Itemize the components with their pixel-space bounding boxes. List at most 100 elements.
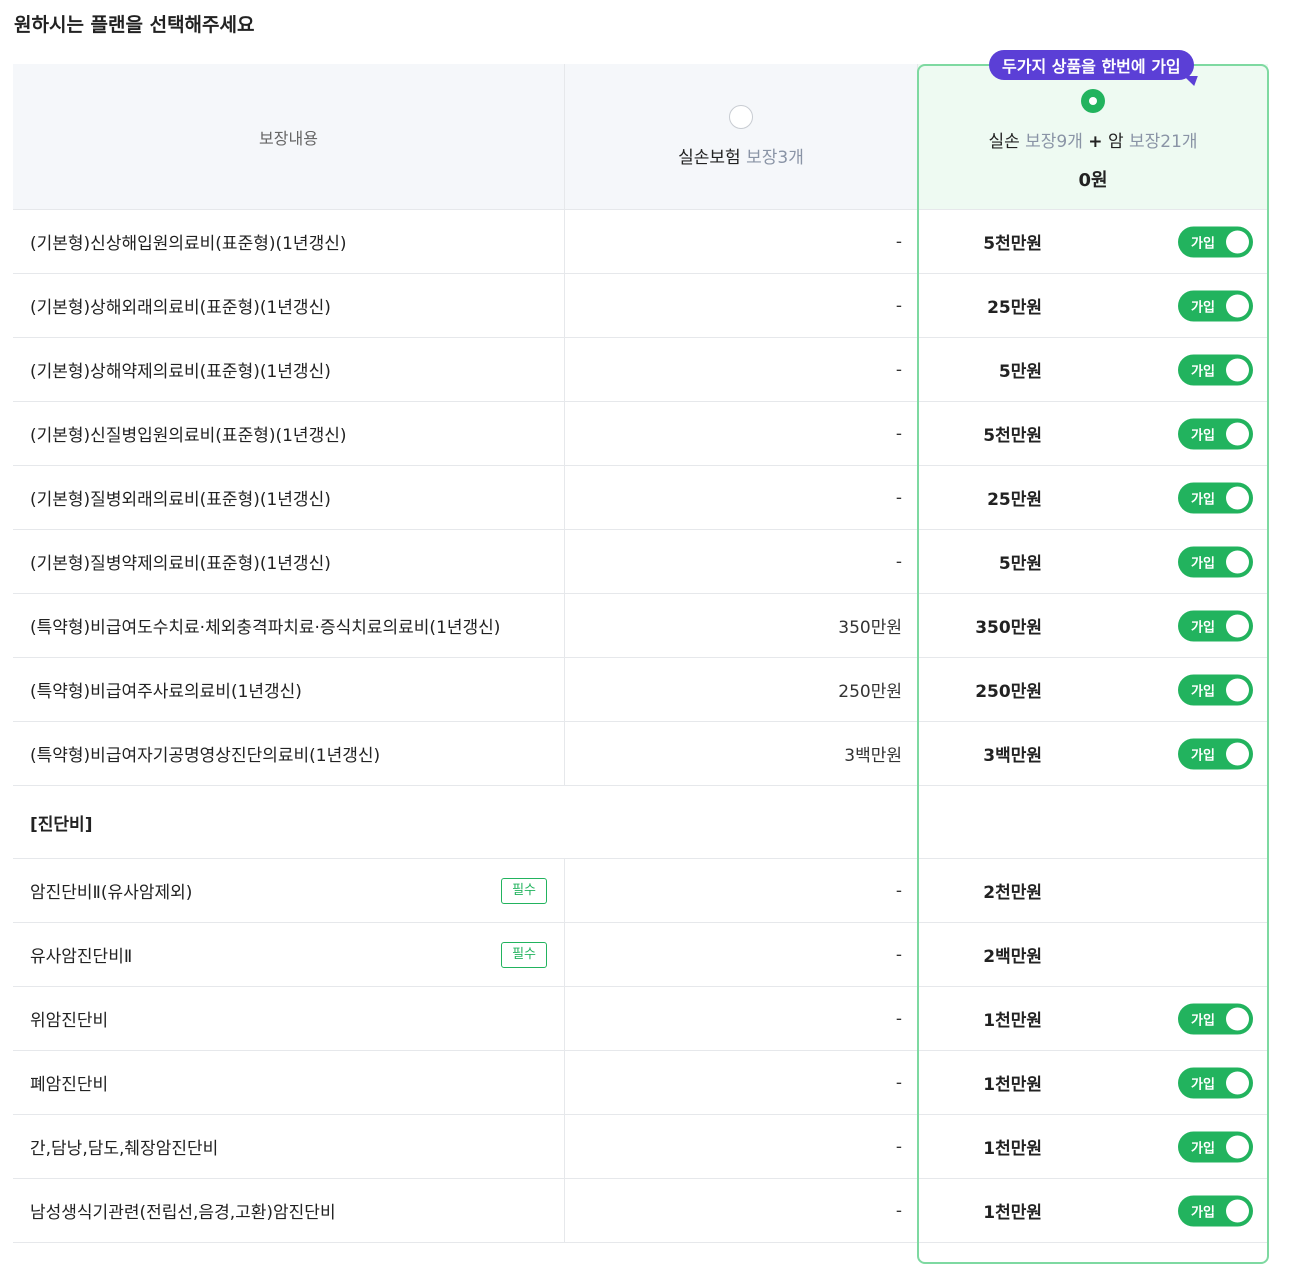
- plan-b-sub2: 보장21개: [1128, 132, 1198, 152]
- toggle-knob: [1226, 1135, 1249, 1158]
- table-row: (특약형)비급여자기공명영상진단의료비(1년갱신) 3백만원 3백만원 가입: [13, 722, 1268, 786]
- table-header: 보장내용 실손보험 보장3개 실손 보장9개 + 암 보장21개 0원: [13, 64, 1268, 210]
- section-header-row: [진단비]: [13, 786, 1268, 859]
- plan-a-value: -: [895, 487, 902, 508]
- plan-b-price: 0원: [1078, 170, 1108, 191]
- coverage-name: 위암진단비: [30, 1011, 109, 1031]
- plan-a-value-cell: -: [565, 210, 918, 273]
- required-badge: 필수: [501, 941, 547, 968]
- plan-b-option[interactable]: 실손 보장9개 + 암 보장21개 0원: [918, 64, 1268, 209]
- plan-a-value: -: [895, 1200, 902, 1221]
- coverage-name-cell: (기본형)질병약제의료비(표준형)(1년갱신): [13, 530, 565, 593]
- plan-b-value: 250만원: [975, 682, 1042, 702]
- plan-b-value-cell: 350만원 가입: [918, 594, 1268, 657]
- plan-a-value-cell: -: [565, 987, 918, 1050]
- plan-a-value: 3백만원: [844, 746, 902, 766]
- plan-a-name: 실손보험: [678, 148, 741, 168]
- coverage-name: 유사암진단비Ⅱ: [30, 947, 133, 967]
- coverage-name: (기본형)상해약제의료비(표준형)(1년갱신): [30, 362, 331, 382]
- join-toggle[interactable]: 가입: [1178, 738, 1253, 769]
- join-toggle-label: 가입: [1191, 236, 1215, 251]
- join-toggle[interactable]: 가입: [1178, 610, 1253, 641]
- join-toggle[interactable]: 가입: [1178, 226, 1253, 257]
- section-title-text: [진단비]: [30, 814, 93, 835]
- coverage-name-cell: 남성생식기관련(전립선,음경,고환)암진단비: [13, 1179, 565, 1242]
- plan-b-value-cell: 1천만원 가입: [918, 1179, 1268, 1242]
- plan-a-value: -: [895, 551, 902, 572]
- plan-b-value: 25만원: [987, 490, 1042, 510]
- join-toggle[interactable]: 가입: [1178, 1195, 1253, 1226]
- coverage-name: (기본형)상해외래의료비(표준형)(1년갱신): [30, 298, 331, 318]
- coverage-name-cell: 간,담낭,담도,췌장암진단비: [13, 1115, 565, 1178]
- coverage-name-cell: (특약형)비급여도수치료·체외충격파치료·증식치료의료비(1년갱신): [13, 594, 565, 657]
- join-toggle[interactable]: 가입: [1178, 1067, 1253, 1098]
- plan-b-value: 5천만원: [983, 234, 1042, 254]
- table-row: (기본형)질병외래의료비(표준형)(1년갱신) - 25만원 가입: [13, 466, 1268, 530]
- plan-b-value-cell: 3백만원 가입: [918, 722, 1268, 785]
- plan-a-value: -: [895, 1136, 902, 1157]
- plan-b-value-cell: 1천만원 가입: [918, 1115, 1268, 1178]
- plan-b-value-cell: 25만원 가입: [918, 274, 1268, 337]
- plan-b-value: 1천만원: [983, 1139, 1042, 1159]
- plan-a-value-cell: 3백만원: [565, 722, 918, 785]
- plan-b-value-cell: 2천만원: [918, 859, 1268, 922]
- plan-a-value-cell: -: [565, 1115, 918, 1178]
- join-toggle[interactable]: 가입: [1178, 674, 1253, 705]
- table-row: (기본형)신상해입원의료비(표준형)(1년갱신) - 5천만원 가입: [13, 210, 1268, 274]
- plan-a-value-cell: -: [565, 274, 918, 337]
- coverage-name-cell: 암진단비Ⅱ(유사암제외) 필수: [13, 859, 565, 922]
- join-toggle[interactable]: 가입: [1178, 1003, 1253, 1034]
- join-toggle-label: 가입: [1191, 300, 1215, 315]
- table-row: 암진단비Ⅱ(유사암제외) 필수 - 2천만원: [13, 859, 1268, 923]
- plan-a-value: -: [895, 231, 902, 252]
- coverage-header: 보장내용: [13, 64, 565, 209]
- join-toggle-label: 가입: [1191, 364, 1215, 379]
- coverage-name-cell: (기본형)질병외래의료비(표준형)(1년갱신): [13, 466, 565, 529]
- plan-b-value-cell: 5천만원 가입: [918, 402, 1268, 465]
- coverage-name-cell: 위암진단비: [13, 987, 565, 1050]
- join-toggle[interactable]: 가입: [1178, 418, 1253, 449]
- required-badge: 필수: [501, 877, 547, 904]
- coverage-header-label: 보장내용: [259, 128, 318, 148]
- plan-a-value-cell: -: [565, 859, 918, 922]
- plan-b-value: 2백만원: [983, 947, 1042, 967]
- diagnosis-rows: 암진단비Ⅱ(유사암제외) 필수 -2천만원 유사암진단비Ⅱ 필수 -2백만원 위암진단비 -1…: [13, 859, 1268, 1243]
- join-toggle-label: 가입: [1191, 684, 1215, 699]
- join-toggle[interactable]: 가입: [1178, 290, 1253, 321]
- toggle-knob: [1226, 742, 1249, 765]
- plan-a-value: 350만원: [838, 618, 902, 638]
- toggle-knob: [1226, 1007, 1249, 1030]
- plan-b-value: 2천만원: [983, 883, 1042, 903]
- plan-b-name2: 암: [1107, 132, 1124, 152]
- plan-a-option[interactable]: 실손보험 보장3개: [565, 64, 918, 209]
- join-toggle[interactable]: 가입: [1178, 546, 1253, 577]
- plan-a-value-cell: -: [565, 402, 918, 465]
- plan-a-value: -: [895, 1008, 902, 1029]
- plan-b-value: 1천만원: [983, 1203, 1042, 1223]
- coverage-name-cell: 유사암진단비Ⅱ 필수: [13, 923, 565, 986]
- plan-a-value-cell: -: [565, 923, 918, 986]
- coverage-name-cell: (기본형)신상해입원의료비(표준형)(1년갱신): [13, 210, 565, 273]
- toggle-knob: [1226, 422, 1249, 445]
- join-toggle[interactable]: 가입: [1178, 482, 1253, 513]
- table-row: 간,담낭,담도,췌장암진단비 - 1천만원 가입: [13, 1115, 1268, 1179]
- table-row: 폐암진단비 - 1천만원 가입: [13, 1051, 1268, 1115]
- plan-b-value: 3백만원: [983, 746, 1042, 766]
- plan-a-value: -: [895, 1072, 902, 1093]
- plan-a-radio[interactable]: [729, 105, 753, 129]
- coverage-name-cell: (특약형)비급여주사료의료비(1년갱신): [13, 658, 565, 721]
- plan-b-radio[interactable]: [1081, 89, 1105, 113]
- plan-a-value: -: [895, 359, 902, 380]
- plan-a-value-cell: -: [565, 1051, 918, 1114]
- coverage-table: 보장내용 실손보험 보장3개 실손 보장9개 + 암 보장21개 0원 (기본형…: [13, 64, 1268, 1243]
- toggle-knob: [1226, 1071, 1249, 1094]
- coverage-name: 폐암진단비: [30, 1075, 109, 1095]
- join-toggle[interactable]: 가입: [1178, 1131, 1253, 1162]
- plan-a-value-cell: -: [565, 466, 918, 529]
- table-row: (기본형)상해외래의료비(표준형)(1년갱신) - 25만원 가입: [13, 274, 1268, 338]
- join-toggle-label: 가입: [1191, 1013, 1215, 1028]
- join-toggle-label: 가입: [1191, 492, 1215, 507]
- plan-b-plus: +: [1088, 132, 1103, 152]
- table-row: (기본형)상해약제의료비(표준형)(1년갱신) - 5만원 가입: [13, 338, 1268, 402]
- join-toggle[interactable]: 가입: [1178, 354, 1253, 385]
